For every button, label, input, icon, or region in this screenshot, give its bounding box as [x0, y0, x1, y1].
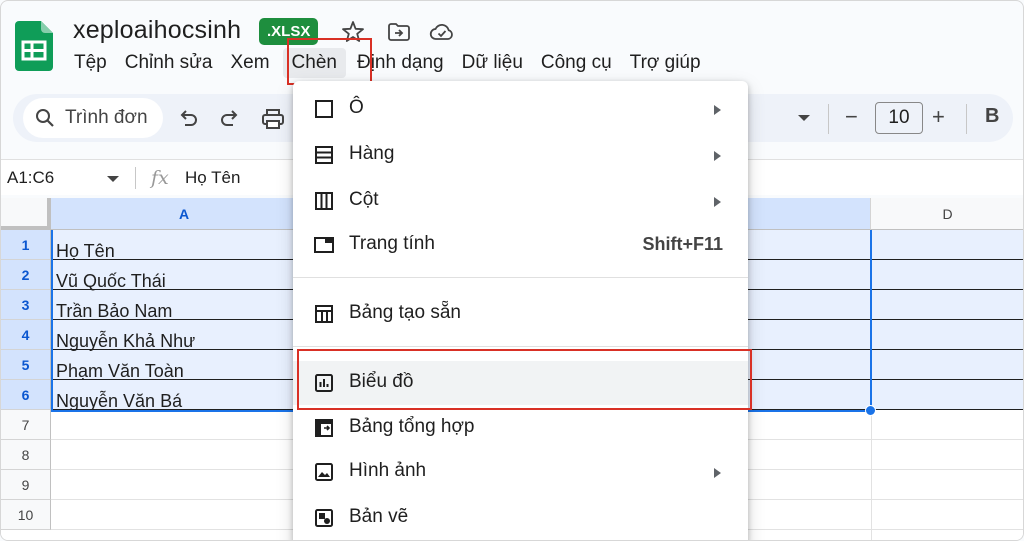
decrease-font-size-button[interactable]: − — [845, 104, 858, 130]
menu-file[interactable]: Tệp — [65, 48, 116, 78]
menu-item-pivot-table[interactable]: Bảng tổng hợp — [293, 406, 748, 450]
redo-icon[interactable] — [217, 106, 243, 132]
toolbar-divider — [966, 104, 967, 134]
font-size-input[interactable]: 10 — [875, 102, 923, 134]
menu-item-shortcut: Shift+F11 — [642, 234, 723, 254]
print-icon[interactable] — [260, 106, 286, 132]
menu-item-label: Hàng — [349, 143, 395, 164]
sheet-icon — [314, 237, 334, 253]
menu-item-sheet[interactable]: Trang tính Shift+F11 — [293, 223, 748, 267]
menu-item-label: Bảng tạo sẵn — [349, 302, 461, 323]
drawing-icon — [315, 509, 333, 527]
columns-icon — [315, 192, 333, 210]
cloud-saved-icon[interactable] — [429, 19, 455, 45]
row-header-10[interactable]: 10 — [1, 500, 51, 530]
menu-divider — [293, 346, 748, 347]
name-box-dropdown-icon[interactable] — [107, 176, 119, 182]
menu-item-label: Hình ảnh — [349, 460, 427, 481]
menu-item-rows[interactable]: Hàng — [293, 133, 748, 177]
menu-edit[interactable]: Chỉnh sửa — [116, 48, 222, 78]
row-header-6[interactable]: 6 — [1, 380, 51, 410]
submenu-arrow-icon — [714, 197, 721, 207]
search-icon — [36, 109, 54, 127]
cell-a3[interactable]: Trần Bảo Nam — [56, 295, 172, 325]
submenu-arrow-icon — [714, 151, 721, 161]
menu-item-label: Ô — [349, 97, 364, 118]
menu-item-table[interactable]: Bảng tạo sẵn — [293, 292, 748, 336]
row-header-5[interactable]: 5 — [1, 350, 51, 380]
sheets-logo-icon[interactable] — [15, 21, 53, 71]
menu-item-label: Trang tính — [349, 233, 435, 254]
menu-tools[interactable]: Công cụ — [532, 48, 621, 78]
row-header-9[interactable]: 9 — [1, 470, 51, 500]
image-icon — [315, 463, 333, 481]
cell-a1[interactable]: Họ Tên — [56, 235, 115, 265]
submenu-arrow-icon — [714, 468, 721, 478]
menu-help[interactable]: Trợ giúp — [621, 48, 710, 78]
menu-item-label: Cột — [349, 189, 379, 210]
selection-border — [870, 230, 872, 411]
column-header-d[interactable]: D — [871, 198, 1023, 230]
toolbar-divider — [828, 104, 829, 134]
selection-border — [51, 230, 53, 411]
cell-a4[interactable]: Nguyễn Khả Như — [56, 325, 195, 355]
menu-item-drawing[interactable]: Bản vẽ — [293, 496, 748, 540]
function-icon: fx — [151, 167, 169, 189]
increase-font-size-button[interactable]: + — [932, 104, 945, 130]
cell-a5[interactable]: Phạm Văn Toàn — [56, 355, 184, 385]
row-header-8[interactable]: 8 — [1, 440, 51, 470]
name-box[interactable]: A1:C6 — [7, 168, 54, 188]
menu-item-image[interactable]: Hình ảnh — [293, 450, 748, 494]
menu-search-label: Trình đơn — [65, 107, 148, 128]
insert-menu-highlight-box — [287, 38, 372, 85]
menu-item-cell[interactable]: Ô — [293, 87, 748, 131]
insert-menu-dropdown: Ô Hàng Cột Trang tính Shift+F11 Bảng tạo… — [293, 81, 748, 540]
menu-item-label: Bản vẽ — [349, 506, 409, 527]
pivot-icon — [315, 419, 333, 437]
row-header-2[interactable]: 2 — [1, 260, 51, 290]
font-dropdown-caret-icon[interactable] — [798, 115, 810, 121]
menu-item-columns[interactable]: Cột — [293, 179, 748, 223]
menu-item-label: Bảng tổng hợp — [349, 416, 475, 437]
row-header-7[interactable]: 7 — [1, 410, 51, 440]
submenu-arrow-icon — [714, 105, 721, 115]
menu-divider — [293, 277, 748, 278]
move-folder-icon[interactable] — [386, 19, 412, 45]
menu-data[interactable]: Dữ liệu — [453, 48, 532, 78]
cell-a2[interactable]: Vũ Quốc Thái — [56, 265, 166, 295]
menu-view[interactable]: Xem — [221, 48, 278, 78]
bold-button[interactable]: B — [985, 105, 999, 128]
row-header-4[interactable]: 4 — [1, 320, 51, 350]
formula-bar-divider — [135, 167, 136, 189]
menu-bar: Tệp Chỉnh sửa Xem Chèn Định dạng Dữ liệu… — [65, 48, 710, 78]
menu-search[interactable]: Trình đơn — [23, 98, 163, 138]
row-header-3[interactable]: 3 — [1, 290, 51, 320]
app-window: xeploaihocsinh .XLSX Tệp Chỉnh sửa Xem C… — [0, 0, 1024, 541]
cell-icon — [315, 100, 333, 118]
row-header-1[interactable]: 1 — [1, 230, 51, 260]
chart-item-highlight-box — [297, 349, 752, 410]
fill-handle[interactable] — [865, 405, 876, 416]
rows-icon — [315, 146, 333, 164]
undo-icon[interactable] — [175, 106, 201, 132]
select-all-corner[interactable] — [1, 198, 51, 230]
formula-input[interactable]: Họ Tên — [185, 168, 240, 188]
table-icon — [315, 305, 333, 323]
document-title[interactable]: xeploaihocsinh — [73, 16, 241, 45]
